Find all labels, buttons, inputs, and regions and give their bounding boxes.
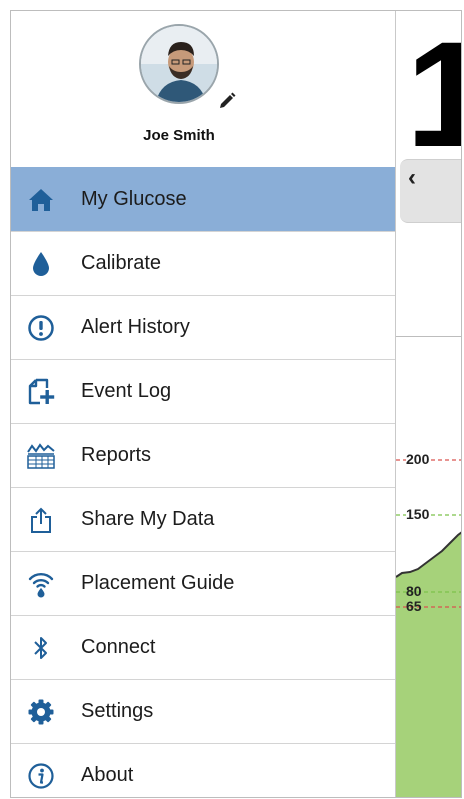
- nav-item-alert-history[interactable]: Alert History: [11, 295, 395, 359]
- app-frame: 1 ‹ 200 150 80 65: [10, 10, 462, 798]
- graph-label-65: 65: [406, 598, 422, 614]
- nav-item-settings[interactable]: Settings: [11, 679, 395, 743]
- nav-item-placement-guide[interactable]: Placement Guide: [11, 551, 395, 615]
- graph-label-150: 150: [406, 506, 430, 522]
- nav-label: Reports: [81, 444, 152, 466]
- nav-label: Connect: [81, 636, 156, 658]
- graph-label-80: 80: [406, 583, 422, 599]
- nav-label: Calibrate: [81, 252, 162, 274]
- nav-item-my-glucose[interactable]: My Glucose: [11, 167, 395, 231]
- event-log-add-icon: [26, 377, 56, 407]
- glucose-trend-graph: 200 150 80 65: [396, 336, 461, 797]
- share-icon: [26, 505, 56, 535]
- user-name: Joe Smith: [143, 127, 215, 144]
- nav-label: Alert History: [81, 316, 190, 338]
- nav-item-about[interactable]: About: [11, 743, 395, 797]
- alert-circle-icon: [26, 313, 56, 343]
- home-icon: [26, 185, 56, 215]
- glucose-area: [396, 532, 461, 797]
- edit-pencil-icon[interactable]: [217, 91, 237, 111]
- nav-label: Event Log: [81, 380, 172, 402]
- graph-label-200: 200: [406, 451, 430, 467]
- avatar-photo: [141, 26, 217, 102]
- graph-canvas: [396, 459, 461, 797]
- nav-item-connect[interactable]: Connect: [11, 615, 395, 679]
- nav-label: Settings: [81, 700, 154, 722]
- nav-item-calibrate[interactable]: Calibrate: [11, 231, 395, 295]
- nav-item-event-log[interactable]: Event Log: [11, 359, 395, 423]
- reports-chart-icon: [26, 441, 56, 471]
- bluetooth-icon: [26, 633, 56, 663]
- nav-label: Share My Data: [81, 508, 215, 530]
- glucose-main-view: 1 ‹ 200 150 80 65: [395, 11, 461, 797]
- nav-item-share-my-data[interactable]: Share My Data: [11, 487, 395, 551]
- nav-menu: My Glucose Calibrate Alert History Event…: [11, 167, 395, 797]
- back-chevron-icon[interactable]: ‹: [408, 164, 416, 192]
- info-icon: [26, 761, 56, 791]
- placement-signal-icon: [26, 569, 56, 599]
- glucose-reading: 1: [406, 19, 461, 169]
- user-profile: Joe Smith: [11, 11, 395, 167]
- nav-label: About: [81, 764, 134, 786]
- navigation-drawer: Joe Smith My Glucose Calibrate Alert His…: [11, 11, 395, 797]
- date-nav-bar[interactable]: ‹: [400, 159, 461, 223]
- avatar[interactable]: [139, 24, 219, 104]
- drop-icon: [26, 249, 56, 279]
- nav-label: My Glucose: [81, 188, 187, 210]
- nav-item-reports[interactable]: Reports: [11, 423, 395, 487]
- nav-label: Placement Guide: [81, 572, 235, 594]
- gear-icon: [26, 697, 56, 727]
